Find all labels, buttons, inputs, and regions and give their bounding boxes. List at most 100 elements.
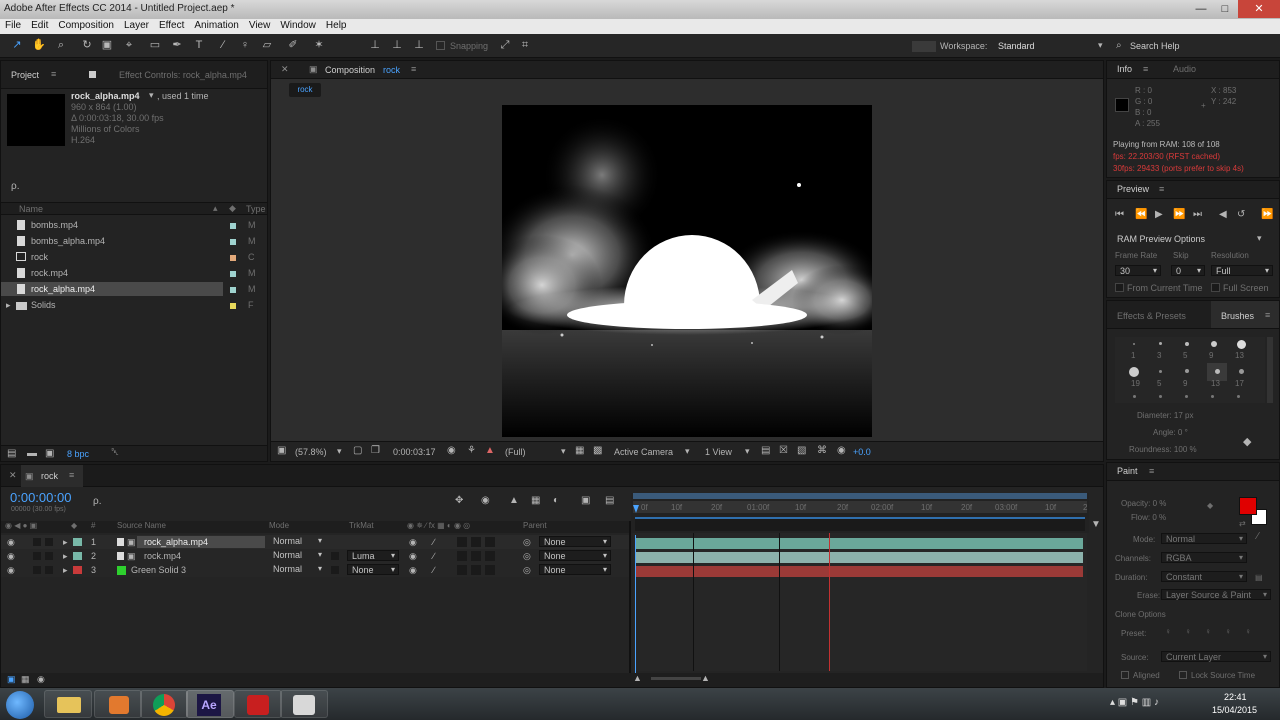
puppet-pin-tool-icon[interactable]: ✶ [312,38,326,52]
bit-depth-button[interactable]: 8 bpc [67,449,89,459]
solo-switch[interactable] [33,566,41,574]
expand-icon[interactable]: ▸ [63,549,68,563]
lock-switch[interactable] [45,552,53,560]
panel-menu-icon[interactable]: ≡ [69,470,74,480]
quality-switch-icon[interactable]: ∕ [433,549,435,563]
label-column-icon[interactable]: ◆ [229,203,236,214]
brush-tip[interactable] [1211,395,1214,398]
pick-whip-icon[interactable]: ◎ [523,563,531,577]
mask-visibility-icon[interactable]: ❐ [371,445,380,456]
menu-layer[interactable]: Layer [119,19,154,32]
tray-icons[interactable]: ▴ ▣ ⚑ ▥ ♪ [1110,697,1159,708]
toggle-timing-icon[interactable]: ◉ [37,674,45,685]
visibility-icon[interactable]: ◉ [7,563,15,577]
exposure-value[interactable]: +0.0 [853,447,871,457]
duration-select[interactable]: Constant [1161,571,1247,582]
brush-tip[interactable] [1129,367,1139,377]
safe-margins-icon[interactable]: ▢ [353,445,362,456]
trkmat-select[interactable]: Luma [347,550,399,561]
tab-effect-controls[interactable]: Effect Controls: rock_alpha.mp4 [119,70,247,80]
brush-stroke-icon[interactable]: ∕ [1257,531,1259,542]
source-name-column[interactable]: Source Name [117,521,166,530]
chrome-taskbar-button[interactable] [140,690,188,718]
source-select[interactable]: Current Layer [1161,651,1271,662]
brush-tip[interactable] [1185,395,1188,398]
expand-icon[interactable]: ▸ [63,563,68,577]
first-frame-icon[interactable]: ⏮ [1115,209,1124,220]
shy-switch-icon[interactable]: ◉ [409,563,417,577]
layer-duration-bar[interactable] [635,538,1083,549]
menu-window[interactable]: Window [275,19,321,32]
toggle-switches-icon[interactable]: ▣ [7,674,16,685]
tab-preview[interactable]: Preview [1117,184,1149,194]
axis-local-icon[interactable]: ⊥ [368,38,382,52]
motion-blur-switch[interactable] [471,565,481,575]
axis-view-icon[interactable]: ⊥ [412,38,426,52]
panel-menu-icon[interactable]: ≡ [51,69,56,79]
fx-switch[interactable] [457,551,467,561]
expand-icon[interactable]: ▸ [63,535,68,549]
close-tab-icon[interactable]: ✕ [281,64,289,75]
magnification-select[interactable]: (57.8%) [295,447,327,457]
layer-name[interactable]: Green Solid 3 [131,563,186,577]
brush-tip[interactable] [1159,395,1162,398]
show-snapshot-icon[interactable]: ⚘ [467,445,476,456]
panel-menu-icon[interactable]: ≡ [1149,466,1154,476]
new-composition-icon[interactable]: ▣ [45,448,54,459]
selection-tool-icon[interactable]: ↗ [10,38,24,52]
ram-preview-icon[interactable]: ⏩ [1261,209,1273,220]
clone-preset-1-icon[interactable]: ♀ [1165,627,1171,636]
brush-tip[interactable] [1133,395,1136,398]
brush-tip[interactable] [1237,340,1246,349]
workspace-select[interactable]: Standard [998,41,1035,51]
trash-icon[interactable]: ␡ [111,447,119,458]
snapping-checkbox[interactable] [436,41,445,50]
panel-menu-icon[interactable]: ≡ [411,64,416,74]
search-help-input[interactable]: Search Help [1130,41,1180,51]
new-folder-icon[interactable]: ▬ [27,448,37,459]
visibility-icon[interactable]: ◉ [7,535,15,549]
brush-tip[interactable] [1211,341,1217,347]
brush-shape-icon[interactable]: ◆ [1243,435,1251,448]
hide-shy-icon[interactable]: ▲ [509,495,519,506]
snap-features-icon[interactable]: ⌗ [518,38,532,52]
roto-brush-tool-icon[interactable]: ✐ [286,38,300,52]
timeline-divider[interactable] [629,521,631,679]
zoom-slider[interactable] [651,677,701,680]
channels-select[interactable]: RGBA [1161,552,1247,563]
solo-switch[interactable] [33,538,41,546]
fx-switch[interactable] [457,537,467,547]
draft-3d-icon[interactable]: ◉ [481,495,490,506]
quality-switch-icon[interactable]: ∕ [433,563,435,577]
brush-tip[interactable] [1215,369,1220,374]
motion-blur-icon[interactable]: ◐ [553,495,559,506]
menu-file[interactable]: File [0,19,26,32]
zoom-out-icon[interactable]: ▲ [633,673,642,683]
brush-tip[interactable] [1159,342,1162,345]
tab-composition[interactable]: Composition [325,65,375,75]
project-search-input[interactable]: ρ. [11,181,19,192]
layer-row[interactable]: ◉ ▸ 3 Green Solid 3 Normal None ◉ ∕ ◎ No… [1,563,629,577]
shy-switch-icon[interactable]: ◉ [409,535,417,549]
region-of-interest-icon[interactable]: ▦ [575,445,584,456]
channel-icon[interactable]: ▲ [485,445,495,456]
col-type[interactable]: Type [246,204,266,214]
type-tool-icon[interactable]: T [192,38,206,52]
snap-edges-icon[interactable]: ⤢ [498,38,512,52]
layer-row[interactable]: ◉ ▸ 2 ▣ rock.mp4 Normal Luma ◉ ∕ ◎ None [1,549,629,563]
paint-mode-select[interactable]: Normal [1161,533,1247,544]
layer-mode-select[interactable]: Normal [269,564,325,575]
play-icon[interactable]: ▶ [1155,209,1163,220]
shape-tool-icon[interactable]: ▭ [148,38,162,52]
paint-opacity[interactable]: Opacity: 0 % [1121,499,1166,508]
preserve-transparency-switch[interactable] [331,552,339,560]
project-item[interactable]: rock C [1,250,267,265]
foreground-color-swatch[interactable] [1239,497,1257,515]
brush-tip[interactable] [1237,395,1240,398]
parent-select[interactable]: None [539,550,611,561]
pick-whip-icon[interactable]: ◎ [523,535,531,549]
ram-options-dropdown-icon[interactable]: ▾ [1257,233,1262,244]
interpret-footage-icon[interactable]: ▤ [7,448,16,459]
layer-mode-select[interactable]: Normal [269,536,325,547]
comp-navigator-tab[interactable]: rock [289,83,321,97]
